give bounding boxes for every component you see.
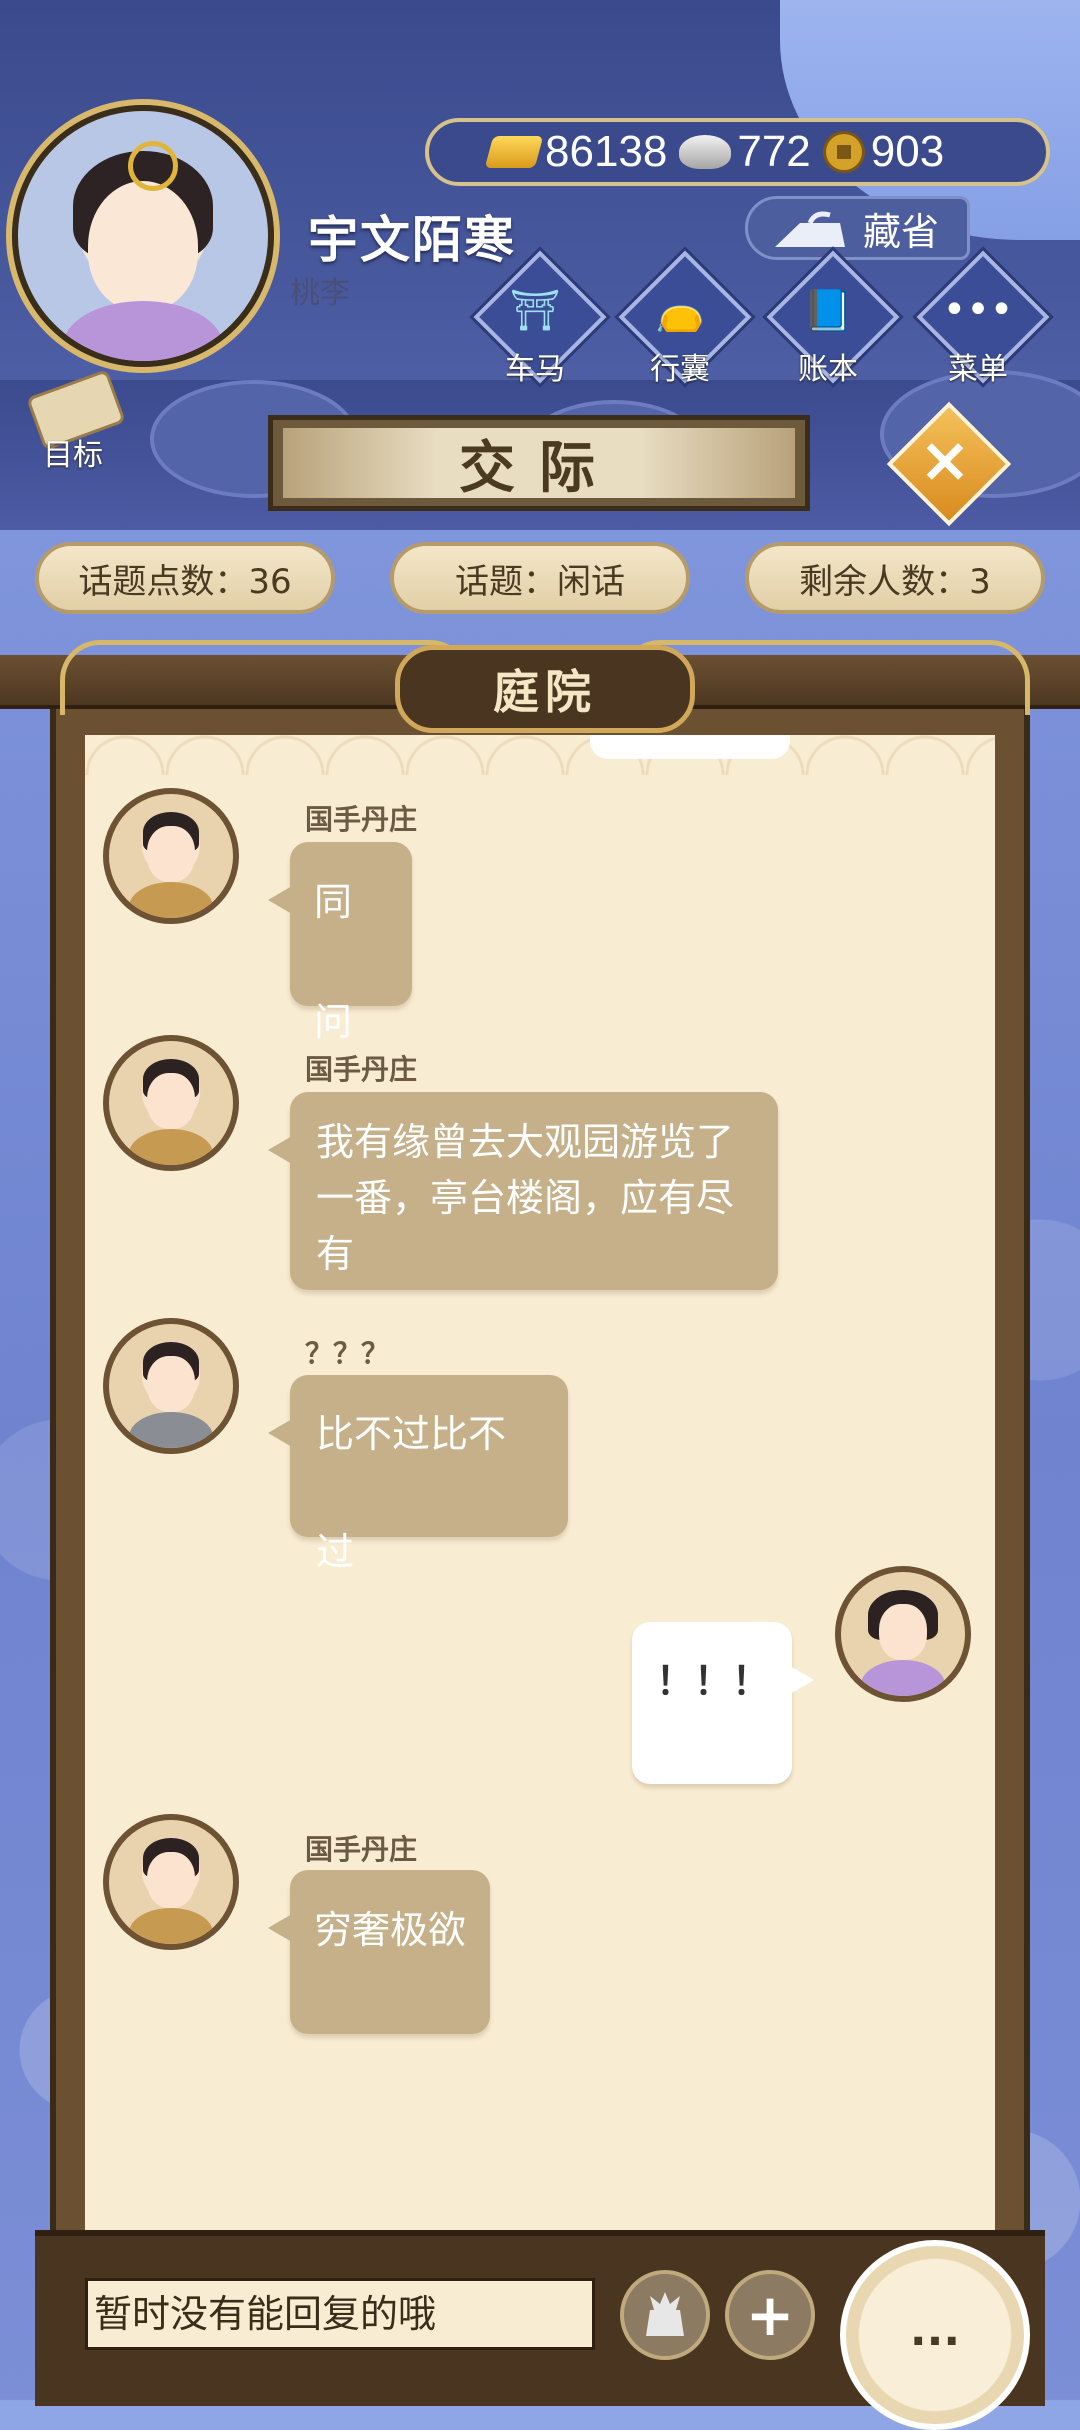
more-dots-icon: ••• — [942, 287, 1014, 333]
player-message-avatar[interactable] — [835, 1566, 971, 1702]
silver-amount: 772 — [737, 127, 811, 176]
sender-avatar[interactable] — [103, 1318, 239, 1454]
carriage-icon: ⛩ — [509, 288, 561, 334]
sender-name: 国手丹庄 — [305, 803, 418, 836]
iron-icon — [775, 211, 845, 247]
menu-label: 菜单 — [948, 352, 1008, 387]
menu-label: 车马 — [505, 352, 565, 387]
gold-ingot-icon — [484, 136, 544, 168]
hide-button-label: 藏省 — [862, 209, 939, 254]
menu-label: 行囊 — [650, 352, 710, 387]
menu-carriage-button[interactable]: ⛩ 车马 — [473, 250, 607, 387]
previous-bubble-edge — [590, 735, 790, 759]
player-avatar[interactable] — [12, 105, 274, 367]
menu-more-button[interactable]: ••• 菜单 — [916, 250, 1050, 387]
bag-icon — [646, 2292, 684, 2336]
room-tab: 庭院 — [395, 645, 695, 733]
remaining-pill: 剩余人数：3 — [745, 542, 1045, 614]
bag-icon: 👝 — [655, 288, 705, 334]
message-bubble: 比不过比不过 — [268, 1375, 568, 1574]
gift-bag-button[interactable] — [620, 2270, 710, 2360]
reply-input[interactable]: 暂时没有能回复的哦 — [85, 2278, 595, 2350]
goal-button[interactable]: 目标 — [18, 368, 128, 473]
more-options-button[interactable]: ... — [840, 2240, 1030, 2430]
player-subtitle: 桃李 — [290, 276, 350, 311]
sender-name: 国手丹庄 — [305, 1053, 418, 1086]
menu-bag-button[interactable]: 👝 行囊 — [618, 250, 752, 387]
menu-ledger-button[interactable]: 📘 账本 — [766, 250, 900, 387]
sender-name: 国手丹庄 — [305, 1833, 418, 1866]
sender-name: ？？？ — [305, 1337, 390, 1370]
coin-amount: 903 — [870, 127, 945, 176]
message-bubble: 同问 — [268, 842, 412, 1044]
message-bubble: 穷奢极欲 — [268, 1870, 490, 2034]
hide-button[interactable]: 藏省 — [745, 196, 970, 260]
silver-ingot-icon — [679, 135, 732, 169]
ledger-icon: 📘 — [803, 288, 853, 334]
message-bubble: 我有缘曾去大观园游览了一番，亭台楼阁，应有尽有 — [268, 1092, 778, 1290]
close-icon[interactable]: × — [905, 420, 985, 500]
topic-points-pill: 话题点数：36 — [35, 542, 335, 614]
add-button[interactable]: + — [725, 2270, 815, 2360]
goal-label: 目标 — [43, 438, 103, 473]
page-title: 交际 — [283, 428, 795, 501]
gold-amount: 86138 — [545, 127, 668, 176]
player-message-bubble: ！！！ — [632, 1622, 814, 1784]
avatar-robe — [63, 301, 223, 361]
sender-avatar[interactable] — [103, 788, 239, 924]
topic-pill: 话题：闲话 — [390, 542, 690, 614]
currency-bar: 86138 772 903 — [425, 118, 1050, 186]
copper-coin-icon — [822, 131, 865, 173]
plus-icon: + — [745, 2281, 795, 2349]
avatar-face — [88, 181, 198, 311]
hairpin-icon — [128, 141, 178, 191]
menu-label: 账本 — [798, 352, 858, 387]
sender-avatar[interactable] — [103, 1814, 239, 1950]
title-plaque: 交际 — [268, 415, 810, 511]
sender-avatar[interactable] — [103, 1035, 239, 1171]
